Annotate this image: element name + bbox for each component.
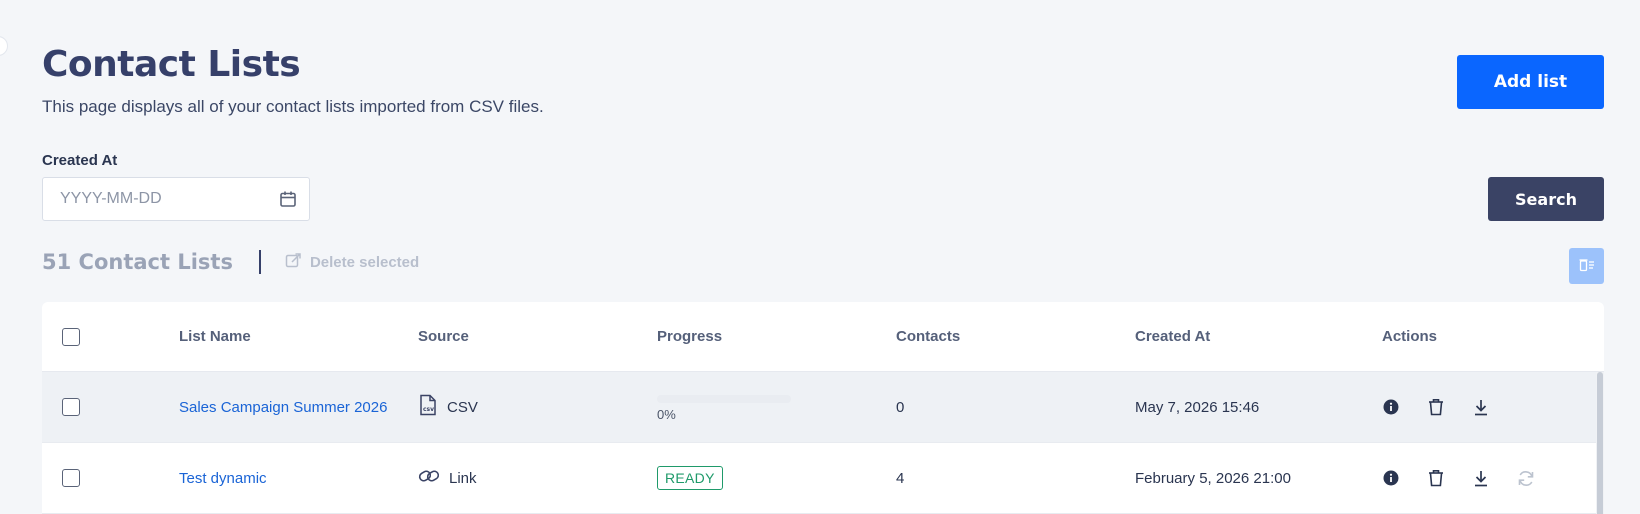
contacts-count: 0 xyxy=(896,398,905,416)
created-at-date-field[interactable] xyxy=(42,177,310,221)
calendar-icon[interactable] xyxy=(279,190,297,208)
bulk-delete-button[interactable] xyxy=(1569,248,1604,284)
progress-indicator: 0% xyxy=(657,393,896,422)
svg-text:csv: csv xyxy=(423,406,434,413)
table-scrollbar[interactable] xyxy=(1596,372,1604,514)
list-name-link[interactable]: Sales Campaign Summer 2026 xyxy=(179,399,387,416)
select-all-checkbox[interactable] xyxy=(62,327,80,346)
search-button[interactable]: Search xyxy=(1488,177,1604,221)
link-icon xyxy=(418,467,440,489)
created-at-label: Created At xyxy=(42,152,118,169)
trash-list-icon xyxy=(1579,258,1595,275)
col-progress: Progress xyxy=(657,328,723,345)
edge-toggle[interactable] xyxy=(0,36,8,56)
list-name-link[interactable]: Test dynamic xyxy=(179,470,267,487)
info-icon[interactable] xyxy=(1382,398,1400,416)
refresh-icon[interactable] xyxy=(1517,469,1535,487)
trash-icon[interactable] xyxy=(1427,398,1445,416)
status-badge: READY xyxy=(657,466,723,490)
csv-file-icon: csv xyxy=(418,394,438,420)
col-contacts: Contacts xyxy=(896,328,961,345)
divider xyxy=(258,250,261,274)
table-row[interactable]: Test dynamic Link READY 4 February 5, 20… xyxy=(42,443,1604,514)
page-subtitle: This page displays all of your contact l… xyxy=(42,97,544,116)
export-icon xyxy=(285,252,302,273)
trash-icon[interactable] xyxy=(1427,469,1445,487)
created-at-input[interactable] xyxy=(60,190,279,208)
scrollbar-thumb[interactable] xyxy=(1597,372,1603,514)
progress-label: 0% xyxy=(657,406,676,422)
contact-lists-count: 51 Contact Lists xyxy=(42,250,233,274)
row-checkbox[interactable] xyxy=(62,398,80,416)
created-at-value: February 5, 2026 21:00 xyxy=(1135,469,1291,487)
table-header: List Name Source Progress Contacts Creat… xyxy=(42,302,1604,372)
delete-selected-label: Delete selected xyxy=(309,253,420,271)
page-header: Contact Lists This page displays all of … xyxy=(42,44,544,117)
source-label: Link xyxy=(449,469,477,487)
col-list-name: List Name xyxy=(179,328,251,345)
col-created-at: Created At xyxy=(1135,328,1211,345)
progress-bar xyxy=(657,394,791,403)
col-actions: Actions xyxy=(1382,328,1438,345)
source-label: CSV xyxy=(447,398,478,416)
download-icon[interactable] xyxy=(1472,469,1490,487)
table-row[interactable]: Sales Campaign Summer 2026 csv CSV 0% 0 … xyxy=(42,372,1604,443)
page-title: Contact Lists xyxy=(42,44,301,85)
add-list-button[interactable]: Add list xyxy=(1457,55,1604,109)
summary-row: 51 Contact Lists Delete selected xyxy=(42,250,419,274)
contacts-count: 4 xyxy=(896,469,905,487)
col-source: Source xyxy=(418,328,469,345)
download-icon[interactable] xyxy=(1472,398,1490,416)
row-checkbox[interactable] xyxy=(62,469,80,487)
delete-selected-button[interactable]: Delete selected xyxy=(285,252,419,273)
contact-lists-table: List Name Source Progress Contacts Creat… xyxy=(42,302,1604,514)
info-icon[interactable] xyxy=(1382,469,1400,487)
created-at-value: May 7, 2026 15:46 xyxy=(1135,398,1260,416)
